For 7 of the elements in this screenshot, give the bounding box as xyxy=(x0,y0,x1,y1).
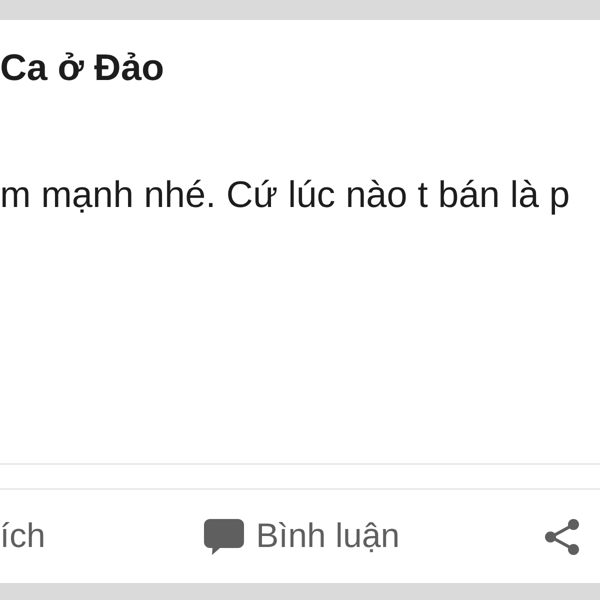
share-button[interactable] xyxy=(545,518,579,554)
post-text: m mạnh nhé. Cứ lúc nào t bán là p xyxy=(0,173,570,217)
share-icon xyxy=(545,518,579,554)
comment-button[interactable]: Bình luận xyxy=(204,517,400,556)
like-button[interactable]: ích xyxy=(0,517,46,556)
author-name[interactable]: Ca ở Đảo xyxy=(0,46,164,90)
speech-bubble-icon xyxy=(204,518,244,554)
